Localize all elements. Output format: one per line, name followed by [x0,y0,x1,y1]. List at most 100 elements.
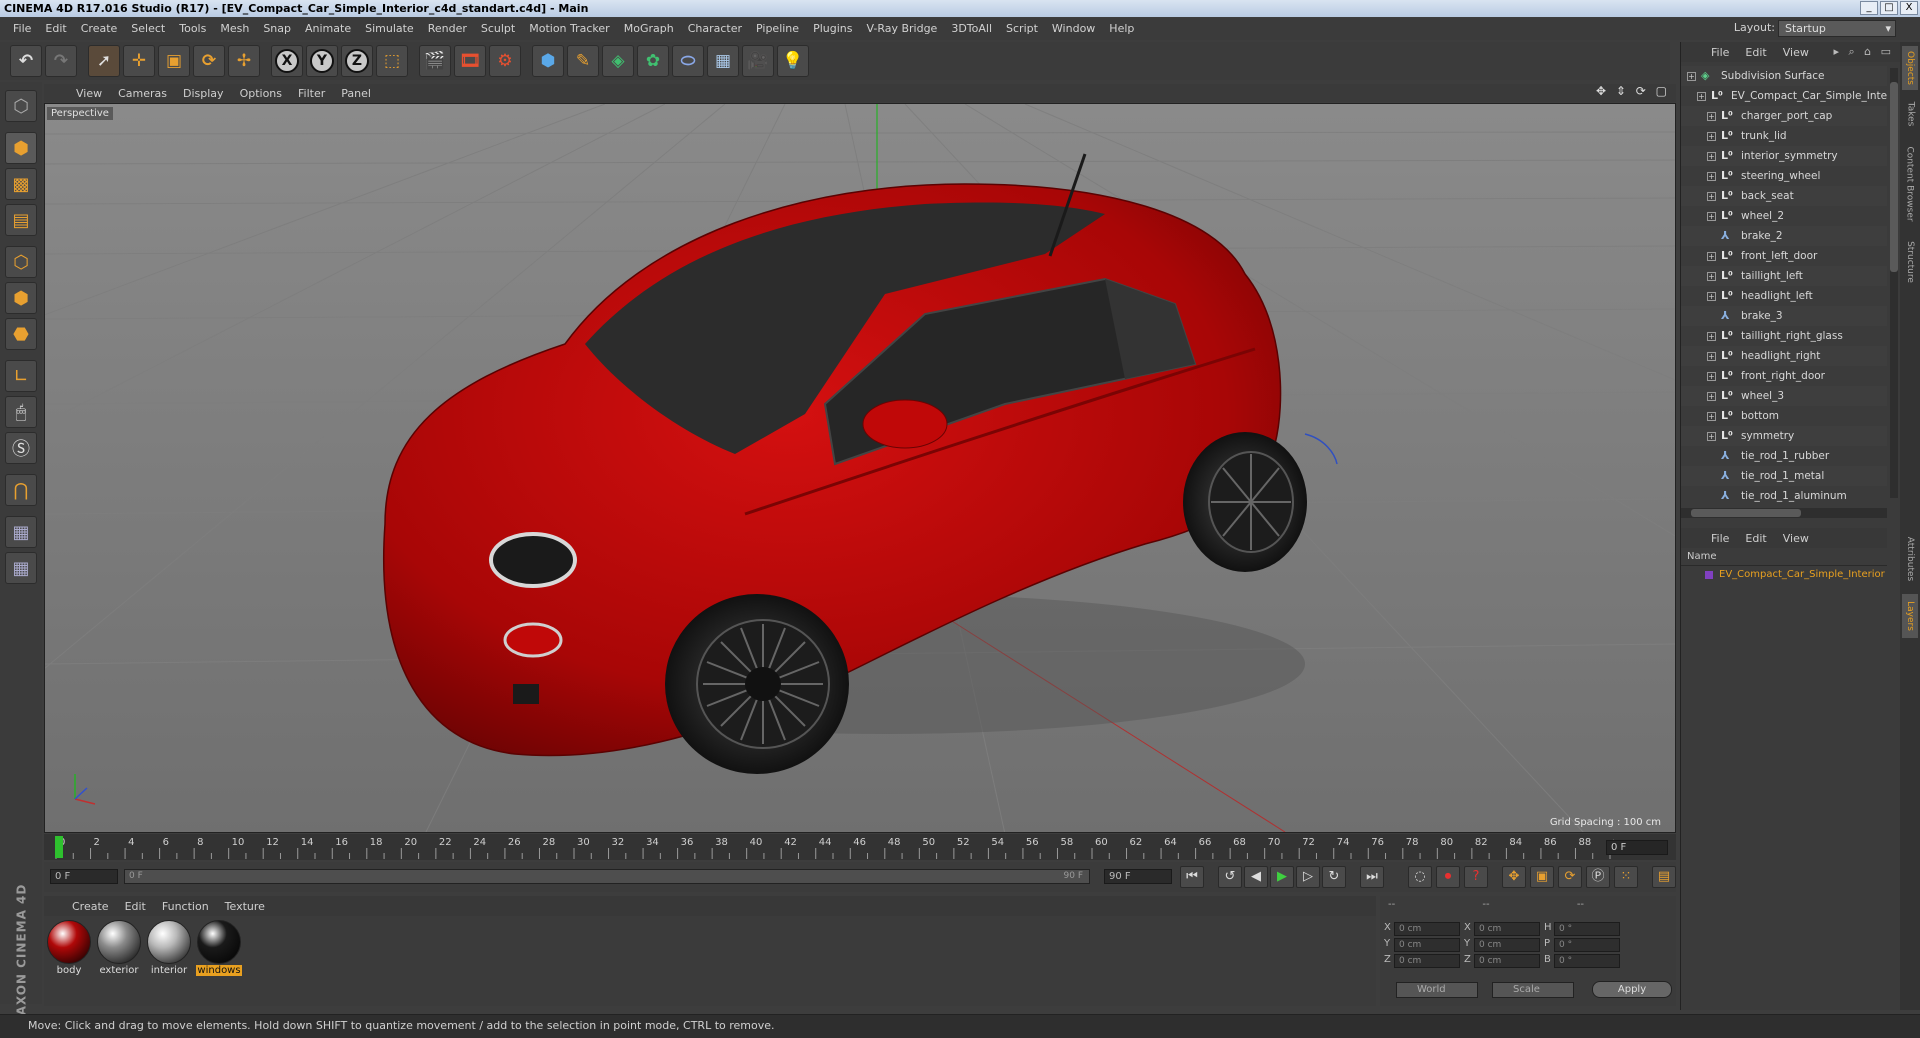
object-tree-item[interactable]: + L⁰ trunk_lid [1681,126,1887,146]
coordinate-field[interactable]: 0 ° [1554,954,1620,968]
expand-toggle[interactable]: + [1707,112,1716,121]
lm-edit-menu[interactable]: Edit [1737,532,1774,545]
layer-row[interactable]: EV_Compact_Car_Simple_Interior [1681,566,1887,584]
tab-structure[interactable]: Structure [1902,234,1918,290]
menu-file[interactable]: File [6,18,38,40]
object-tree-item[interactable]: ⅄ tie_rod_1_rubber [1681,446,1887,466]
cloner-icon[interactable]: ✿ [637,45,669,77]
x-axis-lock-button[interactable]: X [271,45,303,77]
object-tree-item[interactable]: + L⁰ wheel_3 [1681,386,1887,406]
viewport-nav-icons[interactable]: ✥ ⇕ ⟳ ▢ [1596,84,1676,98]
object-tree-item[interactable]: ⅄ tie_rod_1_aluminum [1681,486,1887,506]
material-swatch[interactable]: exterior [96,920,142,976]
tab-takes[interactable]: Takes [1902,94,1918,134]
render-picture-viewer-icon[interactable]: 🎞 [454,45,486,77]
object-tree-item[interactable]: + L⁰ bottom [1681,406,1887,426]
expand-toggle[interactable]: + [1707,332,1716,341]
expand-toggle[interactable]: + [1707,412,1716,421]
coordinate-field[interactable]: 0 cm [1474,938,1540,952]
object-tree-item[interactable]: + L⁰ EV_Compact_Car_Simple_Interior [1681,86,1887,106]
menu-help[interactable]: Help [1102,18,1141,40]
object-tree-item[interactable]: + L⁰ wheel_2 [1681,206,1887,226]
viewport-menu-cameras[interactable]: Cameras [110,87,175,100]
model-mode-icon[interactable]: ⬢ [5,132,37,164]
tab-objects[interactable]: Objects [1902,46,1918,90]
object-tree-item[interactable]: + L⁰ taillight_right_glass [1681,326,1887,346]
planar-workplane-icon[interactable]: ▦ [5,552,37,584]
material-swatch[interactable]: interior [146,920,192,976]
coordinate-field[interactable]: 0 cm [1474,954,1540,968]
points-mode-icon[interactable]: ⬡ [5,246,37,278]
menu-animate[interactable]: Animate [298,18,358,40]
scale-tool-icon[interactable]: ▣ [158,45,190,77]
polygons-mode-icon[interactable]: ⬣ [5,318,37,350]
key-rotation-icon[interactable]: ⟳ [1558,866,1582,888]
expand-toggle[interactable]: + [1707,252,1716,261]
playhead[interactable] [55,836,63,858]
viewport-menu-display[interactable]: Display [175,87,232,100]
coordinate-field[interactable]: 0 cm [1394,954,1460,968]
viewport-menu-filter[interactable]: Filter [290,87,333,100]
render-view-icon[interactable]: 🎬 [419,45,451,77]
object-tree-item[interactable]: ⅄ brake_3 [1681,306,1887,326]
previous-key-icon[interactable]: ↺ [1218,866,1242,888]
key-pla-icon[interactable]: ⁙ [1614,866,1638,888]
object-tree[interactable]: + ◈ Subdivision Surface + L⁰ EV_Compact_Car_S… [1681,66,1887,506]
material-menu-edit[interactable]: Edit [117,900,154,913]
expand-toggle[interactable]: + [1707,352,1716,361]
menu-sculpt[interactable]: Sculpt [474,18,522,40]
move-tool-icon[interactable]: ✛ [123,45,155,77]
go-to-start-icon[interactable]: ⏮ [1180,866,1204,888]
material-menu-create[interactable]: Create [64,900,117,913]
coordinate-mode-select[interactable]: World [1396,982,1478,998]
material-swatch[interactable]: body [46,920,92,976]
key-scale-icon[interactable]: ▣ [1530,866,1554,888]
menu-edit[interactable]: Edit [38,18,73,40]
texture-mode-icon[interactable]: ▩ [5,168,37,200]
workplane-mode-icon[interactable]: ▤ [5,204,37,236]
expand-toggle[interactable]: + [1697,92,1706,101]
go-to-end-icon[interactable]: ⏭ [1360,866,1384,888]
menu-render[interactable]: Render [421,18,474,40]
subdivision-surface-icon[interactable]: ◈ [602,45,634,77]
object-tree-hscrollbar[interactable] [1681,508,1887,518]
coordinate-field[interactable]: 0 ° [1554,922,1620,936]
snap-icon[interactable]: Ⓢ [5,432,37,464]
timeline-ruler[interactable]: 0246810121416182022242628303234363840424… [54,834,1614,860]
menu-mesh[interactable]: Mesh [213,18,256,40]
previous-frame-icon[interactable]: ◀ [1244,866,1268,888]
redo-icon[interactable]: ↷ [45,45,77,77]
menu-motion-tracker[interactable]: Motion Tracker [522,18,616,40]
menu-mograph[interactable]: MoGraph [617,18,681,40]
object-tree-item[interactable]: + L⁰ headlight_right [1681,346,1887,366]
rotate-tool-icon[interactable]: ⟳ [193,45,225,77]
expand-toggle[interactable]: + [1707,372,1716,381]
timeline[interactable]: 0246810121416182022242628303234363840424… [44,834,1676,860]
om-file-menu[interactable]: File [1703,46,1737,59]
autokeying-icon[interactable]: ? [1464,866,1488,888]
expand-toggle[interactable]: + [1707,392,1716,401]
menu-tools[interactable]: Tools [172,18,213,40]
om-edit-menu[interactable]: Edit [1737,46,1774,59]
viewport-camera-label[interactable]: Perspective [47,107,113,120]
coordinate-field[interactable]: 0 cm [1394,922,1460,936]
camera-icon[interactable]: 🎥 [742,45,774,77]
expand-toggle[interactable]: + [1687,72,1696,81]
render-settings-icon[interactable]: ⚙ [489,45,521,77]
expand-toggle[interactable]: + [1707,132,1716,141]
lock-workplane-icon[interactable]: ▦ [5,516,37,548]
object-tree-item[interactable]: + ◈ Subdivision Surface [1681,66,1887,86]
object-tree-item[interactable]: + L⁰ steering_wheel [1681,166,1887,186]
start-frame-field[interactable]: 0 F [50,869,118,884]
tab-attributes[interactable]: Attributes [1902,528,1918,590]
menu-v-ray-bridge[interactable]: V-Ray Bridge [859,18,944,40]
y-axis-lock-button[interactable]: Y [306,45,338,77]
coordinate-field[interactable]: 0 ° [1554,938,1620,952]
make-editable-icon[interactable]: ⬡ [5,90,37,122]
expand-toggle[interactable]: + [1707,212,1716,221]
object-tree-item[interactable]: + L⁰ front_left_door [1681,246,1887,266]
play-forward-icon[interactable]: ▶ [1270,866,1294,888]
lm-view-menu[interactable]: View [1775,532,1817,545]
object-tree-item[interactable]: + L⁰ interior_symmetry [1681,146,1887,166]
pen-spline-icon[interactable]: ✎ [567,45,599,77]
